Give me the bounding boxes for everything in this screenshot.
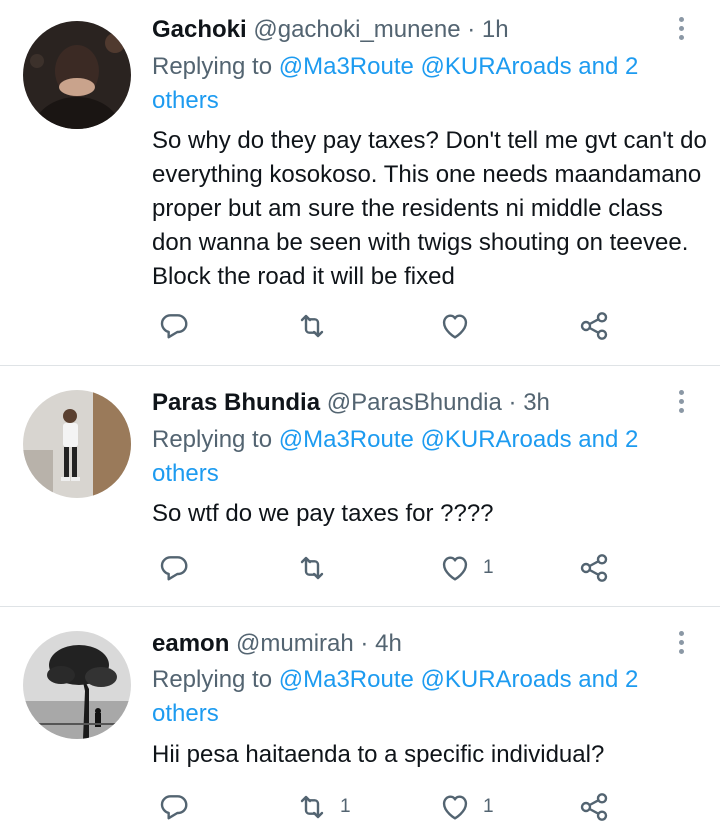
retweet-icon bbox=[300, 556, 324, 580]
replying-to-label: Replying to bbox=[152, 666, 279, 693]
heart-icon bbox=[442, 556, 468, 581]
avatar-image bbox=[23, 21, 131, 129]
tweet-header: Paras Bhundia @ParasBhundia · 3h bbox=[152, 388, 550, 418]
reply-icon bbox=[160, 795, 188, 820]
avatar[interactable] bbox=[23, 631, 131, 739]
more-vertical-icon[interactable] bbox=[668, 13, 694, 43]
user-handle[interactable]: @mumirah bbox=[236, 630, 354, 657]
avatar[interactable] bbox=[23, 390, 131, 498]
reply-button[interactable] bbox=[158, 306, 190, 346]
share-button[interactable] bbox=[578, 787, 610, 827]
share-icon bbox=[580, 793, 608, 821]
tweet-actions: 1 bbox=[0, 548, 720, 588]
tweet[interactable]: eamon @mumirah · 4h Replying to @Ma3Rout… bbox=[0, 607, 720, 835]
timestamp[interactable]: 1h bbox=[482, 16, 509, 43]
retweet-button[interactable]: 1 bbox=[296, 787, 351, 827]
avatar-image bbox=[23, 631, 131, 739]
display-name[interactable]: Paras Bhundia bbox=[152, 389, 320, 416]
replying-to: Replying to @Ma3Route @KURAroads and 2 o… bbox=[152, 50, 692, 118]
like-count: 1 bbox=[483, 557, 494, 578]
reply-icon bbox=[160, 556, 188, 581]
replying-to: Replying to @Ma3Route @KURAroads and 2 o… bbox=[152, 423, 692, 491]
retweet-icon bbox=[300, 314, 324, 338]
tweet-actions bbox=[0, 306, 720, 346]
retweet-count: 1 bbox=[340, 796, 351, 817]
user-handle[interactable]: @ParasBhundia bbox=[327, 389, 502, 416]
separator: · bbox=[508, 389, 517, 416]
share-button[interactable] bbox=[578, 548, 610, 588]
timestamp[interactable]: 3h bbox=[523, 389, 550, 416]
tweet[interactable]: Paras Bhundia @ParasBhundia · 3h Replyin… bbox=[0, 366, 720, 607]
share-icon bbox=[580, 312, 608, 340]
retweet-button[interactable] bbox=[296, 548, 340, 588]
like-button[interactable] bbox=[439, 306, 483, 346]
reply-button[interactable] bbox=[158, 548, 190, 588]
heart-icon bbox=[442, 314, 468, 339]
retweet-button[interactable] bbox=[296, 306, 340, 346]
share-icon bbox=[580, 554, 608, 582]
display-name[interactable]: eamon bbox=[152, 630, 229, 657]
replying-to-label: Replying to bbox=[152, 53, 279, 80]
heart-icon bbox=[442, 795, 468, 820]
tweet-text: So why do they pay taxes? Don't tell me … bbox=[152, 127, 707, 290]
tweet-header: Gachoki @gachoki_munene · 1h bbox=[152, 15, 509, 45]
like-count: 1 bbox=[483, 796, 494, 817]
reply-button[interactable] bbox=[158, 787, 190, 827]
avatar-image bbox=[23, 390, 131, 498]
replying-to: Replying to @Ma3Route @KURAroads and 2 o… bbox=[152, 663, 692, 731]
separator: · bbox=[360, 630, 369, 657]
tweet-header: eamon @mumirah · 4h bbox=[152, 629, 402, 659]
share-button[interactable] bbox=[578, 306, 610, 346]
more-vertical-icon[interactable] bbox=[668, 627, 694, 657]
like-button[interactable]: 1 bbox=[439, 548, 494, 588]
timestamp[interactable]: 4h bbox=[375, 630, 402, 657]
tweet[interactable]: Gachoki @gachoki_munene · 1h Replying to… bbox=[0, 0, 720, 366]
like-button[interactable]: 1 bbox=[439, 787, 494, 827]
user-handle[interactable]: @gachoki_munene bbox=[253, 16, 460, 43]
tweet-text: Hii pesa haitaenda to a specific individ… bbox=[152, 741, 605, 768]
avatar[interactable] bbox=[23, 21, 131, 129]
separator: · bbox=[467, 16, 476, 43]
replying-to-label: Replying to bbox=[152, 426, 279, 453]
display-name[interactable]: Gachoki bbox=[152, 16, 247, 43]
tweet-actions: 1 1 bbox=[0, 787, 720, 827]
retweet-icon bbox=[300, 795, 324, 819]
tweet-text: So wtf do we pay taxes for ???? bbox=[152, 500, 494, 527]
more-vertical-icon[interactable] bbox=[668, 386, 694, 416]
reply-icon bbox=[160, 314, 188, 339]
